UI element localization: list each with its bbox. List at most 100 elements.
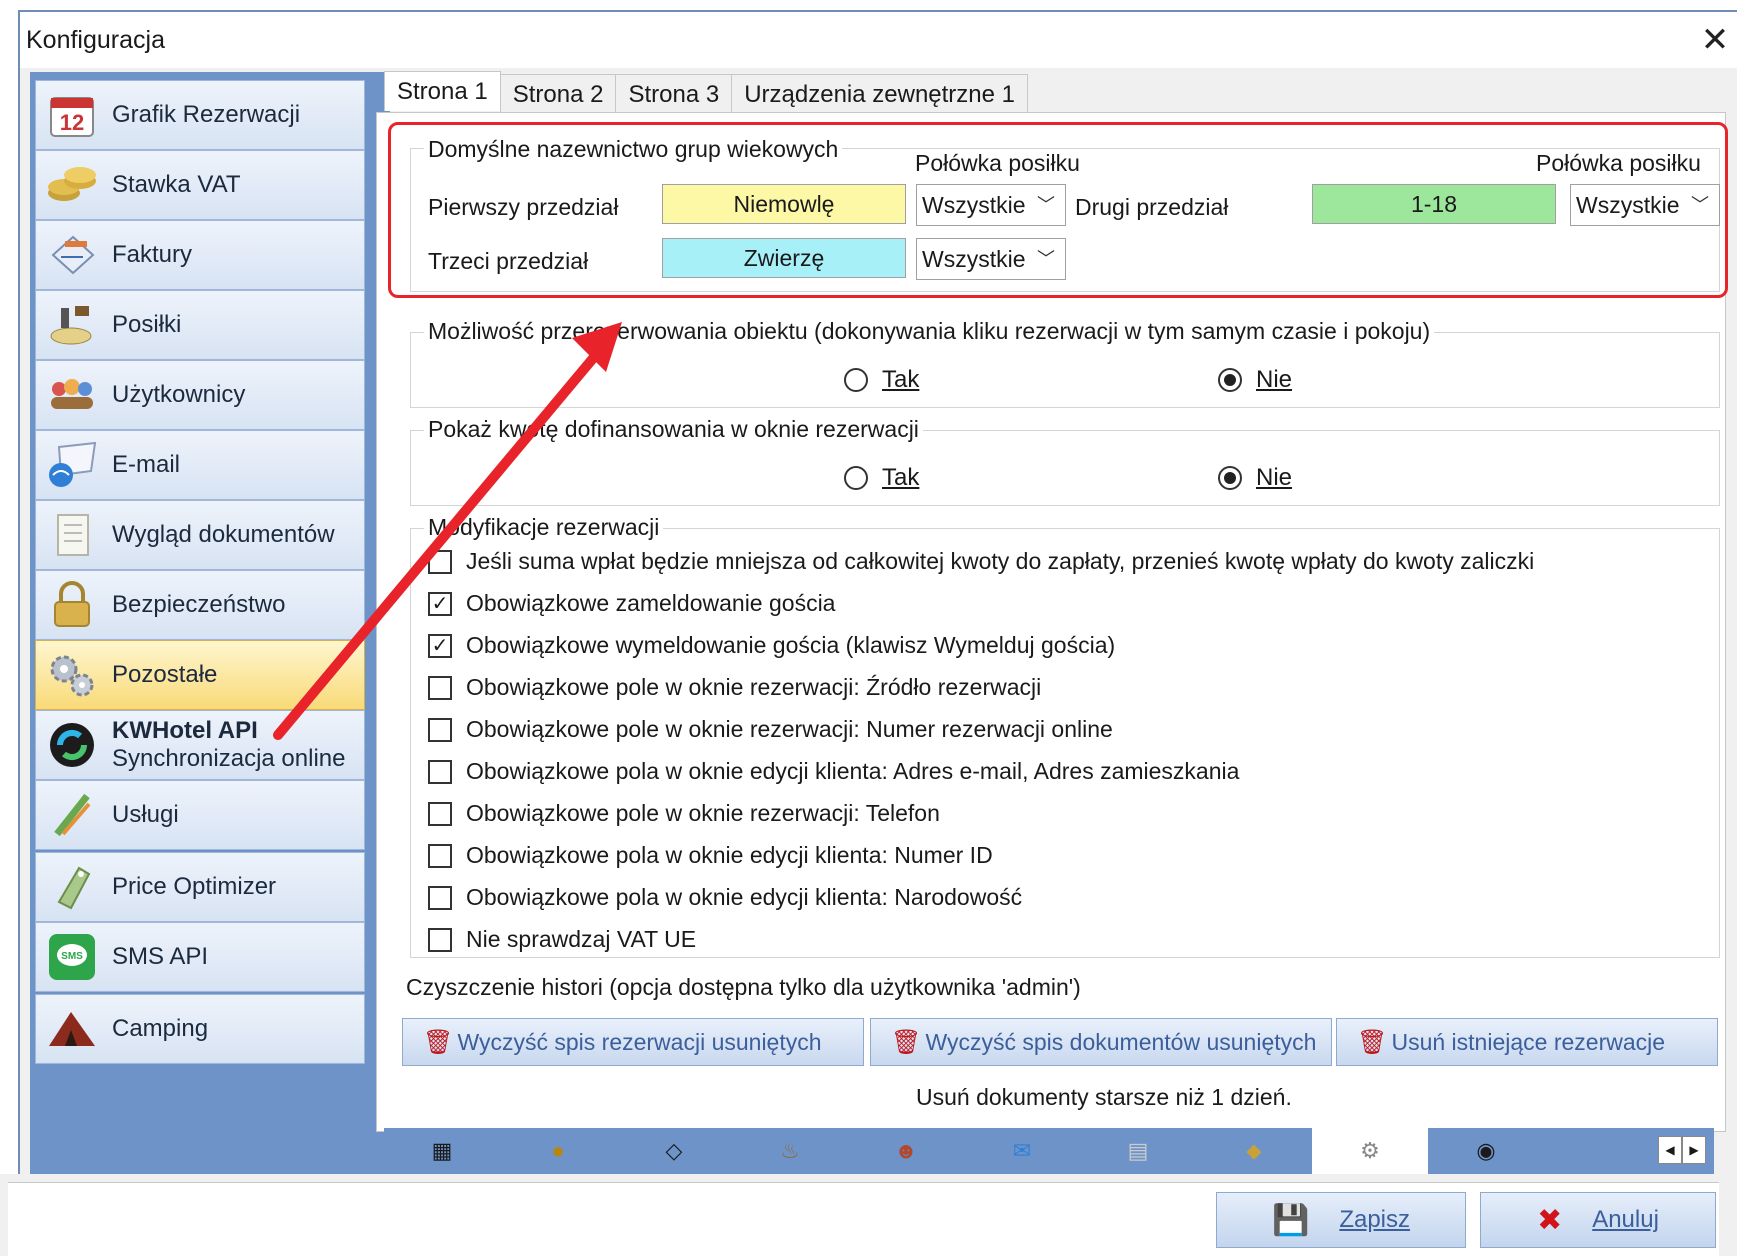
coins-icon bbox=[42, 159, 102, 211]
check-icon: ✓ bbox=[431, 592, 449, 615]
api-icon bbox=[42, 719, 102, 771]
cancel-button[interactable]: ✖ Anuluj bbox=[1480, 1192, 1716, 1248]
invoice-icon bbox=[42, 229, 102, 281]
document-icon[interactable]: ▤ bbox=[1080, 1138, 1196, 1164]
first-range-label: Pierwszy przedział bbox=[428, 194, 619, 220]
sidebar-item-posilki[interactable]: Posiłki bbox=[35, 290, 365, 360]
select-value: Wszystkie bbox=[1576, 192, 1680, 218]
tab-bar: Strona 1 Strona 2 Strona 3 Urządzenia ze… bbox=[384, 71, 1029, 114]
third-range-input[interactable]: Zwierzę bbox=[662, 238, 906, 278]
calendar-icon[interactable]: ▦ bbox=[384, 1138, 500, 1164]
sidebar-item-vat[interactable]: Stawka VAT bbox=[35, 150, 365, 220]
price-icon bbox=[42, 861, 102, 913]
button-label: Wyczyść spis rezerwacji usuniętych bbox=[457, 1028, 822, 1055]
email-icon[interactable]: ✉ bbox=[964, 1138, 1080, 1164]
modification-checkbox[interactable]: Obowiązkowe pola w oknie edycji klienta:… bbox=[428, 758, 1239, 785]
checkbox-label: Obowiązkowe pole w oknie rezerwacji: Tel… bbox=[466, 800, 940, 826]
second-range-input[interactable]: 1-18 bbox=[1312, 184, 1556, 224]
meals-icon[interactable]: ♨ bbox=[732, 1138, 848, 1164]
tab-strona-1[interactable]: Strona 1 bbox=[384, 71, 501, 111]
age-groups-title: Domyślne nazewnictwo grup wiekowych bbox=[424, 136, 843, 163]
sidebar-item-label: Bezpieczeństwo bbox=[112, 591, 286, 618]
calendar-icon: 12 bbox=[42, 89, 102, 141]
sidebar-item-camping[interactable]: Camping bbox=[35, 994, 365, 1064]
checkbox-box: ✓ bbox=[428, 591, 452, 616]
sidebar-item-label: Pozostałe bbox=[112, 661, 218, 688]
document-icon bbox=[42, 509, 102, 561]
api-icon[interactable]: ◉ bbox=[1428, 1138, 1544, 1164]
radio-dot bbox=[1224, 472, 1236, 484]
sidebar-item-uzytkownicy[interactable]: Użytkownicy bbox=[35, 360, 365, 430]
sidebar-item-label: SMS API bbox=[112, 943, 209, 970]
users-icon bbox=[42, 369, 102, 421]
sms-icon-text: SMS bbox=[61, 951, 83, 962]
gears-icon bbox=[42, 649, 102, 701]
sidebar-item-label: Price Optimizer bbox=[112, 873, 277, 900]
checkbox-box bbox=[428, 843, 452, 868]
sidebar-item-label: Posiłki bbox=[112, 311, 182, 338]
sms-icon: SMS bbox=[42, 931, 102, 983]
overbooking-no-radio[interactable]: Nie bbox=[1218, 366, 1292, 394]
subsidy-no-radio[interactable]: Nie bbox=[1218, 464, 1292, 492]
overbooking-title: Możliwość przerezerwowania obiektu (doko… bbox=[424, 318, 1435, 345]
save-button[interactable]: 💾 Zapisz bbox=[1216, 1192, 1466, 1248]
third-range-select[interactable]: Wszystkie ﹀ bbox=[916, 238, 1066, 280]
sidebar-item-pozostale[interactable]: Pozostałe bbox=[35, 640, 365, 710]
sidebar-item-kwhotel-api[interactable]: KWHotel API Synchronizacja online bbox=[35, 710, 365, 780]
tab-strona-3[interactable]: Strona 3 bbox=[615, 74, 733, 114]
sidebar-item-uslugi[interactable]: Usługi bbox=[35, 780, 365, 850]
modification-checkbox[interactable]: Obowiązkowe pole w oknie rezerwacji: Tel… bbox=[428, 800, 940, 827]
close-icon[interactable]: ✕ bbox=[1693, 18, 1737, 62]
sidebar-item-email[interactable]: E-mail bbox=[35, 430, 365, 500]
sidebar-item-price-optimizer[interactable]: Price Optimizer bbox=[35, 852, 365, 922]
lock-icon[interactable]: ⬥ bbox=[1196, 1138, 1312, 1164]
subsidy-title: Pokaż kwotę dofinansowania w oknie rezer… bbox=[424, 416, 923, 443]
overbooking-yes-radio[interactable]: Tak bbox=[844, 366, 919, 394]
modification-checkbox[interactable]: Nie sprawdzaj VAT UE bbox=[428, 926, 696, 953]
trash-icon: 🗑 bbox=[423, 1028, 454, 1056]
tab-strona-2[interactable]: Strona 2 bbox=[499, 74, 617, 114]
services-icon bbox=[42, 789, 102, 841]
sidebar-item-label: Grafik Rezerwacji bbox=[112, 101, 301, 128]
checkbox-box bbox=[428, 759, 452, 784]
sidebar-item-label: E-mail bbox=[112, 451, 181, 478]
delete-existing-reservations-button[interactable]: 🗑 Usuń istniejące rezerwacje bbox=[1336, 1018, 1718, 1066]
radio-label: Tak bbox=[882, 464, 920, 491]
checkbox-label: Obowiązkowe pole w oknie rezerwacji: Źró… bbox=[466, 674, 1042, 700]
users-icon[interactable]: ☻ bbox=[848, 1138, 964, 1164]
sidebar-item-wyglad[interactable]: Wygląd dokumentów bbox=[35, 500, 365, 570]
sidebar-item-sms-api[interactable]: SMS SMS API bbox=[35, 922, 365, 992]
sidebar-item-bezpieczenstwo[interactable]: Bezpieczeństwo bbox=[35, 570, 365, 640]
modification-checkbox[interactable]: Obowiązkowe pole w oknie rezerwacji: Num… bbox=[428, 716, 1113, 743]
clear-deleted-reservations-button[interactable]: 🗑 Wyczyść spis rezerwacji usuniętych bbox=[402, 1018, 864, 1066]
sidebar-item-faktury[interactable]: Faktury bbox=[35, 220, 365, 290]
scroll-right-icon[interactable]: ▶ bbox=[1682, 1136, 1706, 1164]
modification-checkbox[interactable]: Jeśli suma wpłat będzie mniejsza od całk… bbox=[428, 548, 1534, 575]
button-label: Usuń istniejące rezerwacje bbox=[1391, 1028, 1666, 1055]
sidebar-item-label: Camping bbox=[112, 1015, 209, 1042]
sidebar-item-grafik[interactable]: 12 Grafik Rezerwacji bbox=[35, 80, 365, 150]
select-value: Wszystkie bbox=[922, 246, 1026, 272]
first-range-select[interactable]: Wszystkie ﹀ bbox=[916, 184, 1066, 226]
first-range-input[interactable]: Niemowlę bbox=[662, 184, 906, 224]
checkbox-label: Jeśli suma wpłat będzie mniejsza od całk… bbox=[466, 548, 1535, 574]
subsidy-yes-radio[interactable]: Tak bbox=[844, 464, 919, 492]
modification-checkbox[interactable]: Obowiązkowe pola w oknie edycji klienta:… bbox=[428, 884, 1022, 911]
tab-urzadzenia[interactable]: Urządzenia zewnętrzne 1 bbox=[731, 74, 1029, 114]
invoice-icon[interactable]: ◇ bbox=[616, 1138, 732, 1164]
modification-checkbox[interactable]: Obowiązkowe pola w oknie edycji klienta:… bbox=[428, 842, 993, 869]
clear-deleted-documents-button[interactable]: 🗑 Wyczyść spis dokumentów usuniętych bbox=[870, 1018, 1332, 1066]
modification-checkbox[interactable]: Obowiązkowe pole w oknie rezerwacji: Źró… bbox=[428, 674, 1041, 701]
modification-checkbox[interactable]: ✓ Obowiązkowe zameldowanie gościa bbox=[428, 590, 835, 617]
scroll-left-icon[interactable]: ◀ bbox=[1658, 1136, 1682, 1164]
chevron-down-icon: ﹀ bbox=[1037, 195, 1055, 215]
checkbox-label: Nie sprawdzaj VAT UE bbox=[466, 926, 697, 952]
sidebar-item-label: Użytkownicy bbox=[112, 381, 246, 408]
footer: 💾 Zapisz ✖ Anuluj bbox=[0, 1174, 1719, 1256]
second-range-select[interactable]: Wszystkie ﹀ bbox=[1570, 184, 1720, 226]
radio-circle bbox=[844, 368, 868, 392]
checkbox-label: Obowiązkowe pola w oknie edycji klienta:… bbox=[466, 884, 1023, 910]
coins-icon[interactable]: ● bbox=[500, 1138, 616, 1164]
modification-checkbox[interactable]: ✓ Obowiązkowe wymeldowanie gościa (klawis… bbox=[428, 632, 1115, 659]
gears-icon[interactable]: ⚙ bbox=[1312, 1128, 1428, 1174]
